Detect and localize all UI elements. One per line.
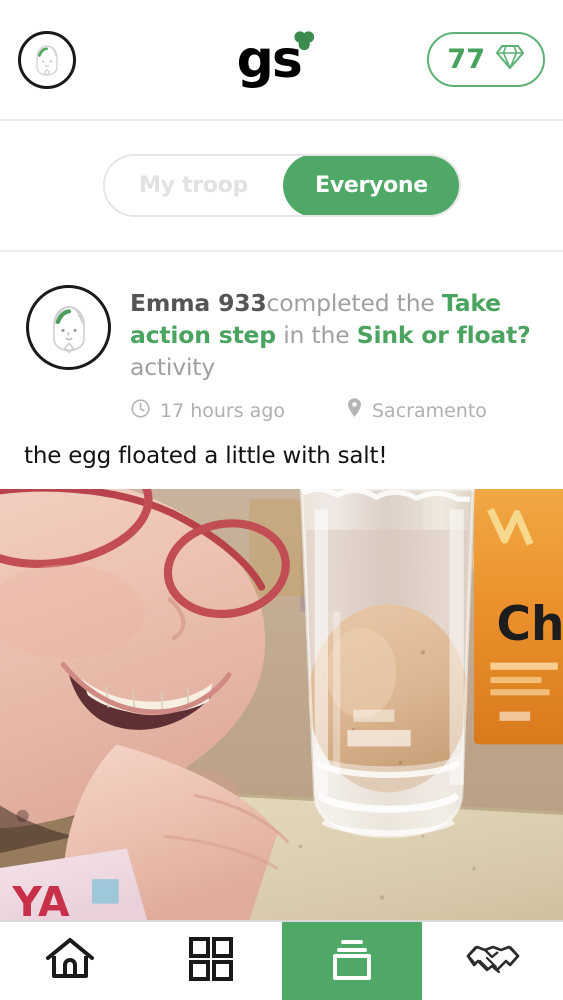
post-photo[interactable]: Ch YA [0, 489, 563, 920]
post-caption: the egg floated a little with salt! [24, 443, 388, 469]
post-suffix: activity [130, 353, 216, 381]
post-timestamp-label: 17 hours ago [160, 399, 286, 422]
avatar-face-icon [52, 305, 85, 353]
home-icon [44, 936, 96, 987]
post-activity-link[interactable]: Sink or float? [357, 321, 531, 349]
cards-stack-icon [326, 935, 378, 988]
post-timestamp: 17 hours ago [130, 398, 346, 424]
filter-tab-my-troop[interactable]: My troop [104, 156, 283, 215]
grid-icon [187, 935, 235, 988]
svg-text:Ch: Ch [496, 597, 563, 652]
post-photo-image: Ch YA [0, 489, 563, 920]
nav-item-home[interactable] [0, 922, 141, 1000]
avatar-face-icon [36, 44, 58, 76]
post-verb: completed the [266, 289, 442, 317]
post-location-label: Sacramento [372, 399, 487, 422]
handshake-icon [464, 938, 522, 985]
post-content: Emma 933completed the Take action step i… [130, 285, 541, 424]
post-author-name[interactable]: Emma 933 [130, 289, 267, 317]
feed-filter-segmented-control[interactable]: My troop Everyone [102, 154, 461, 217]
app-logo: gs [237, 30, 314, 86]
gem-count-label: 77 [447, 44, 485, 75]
feed-filter-bar: My troop Everyone [0, 121, 563, 252]
nav-item-browse[interactable] [140, 922, 282, 1000]
nav-item-connect[interactable] [422, 922, 563, 1000]
post-meta-row: 17 hours ago Sacramento [130, 397, 541, 424]
post-author-avatar[interactable] [26, 285, 111, 370]
post-location: Sacramento [346, 397, 487, 424]
app-root: gs 77 My troop Everyone Emma 933complete… [0, 0, 563, 1000]
feed-post: Emma 933completed the Take action step i… [0, 252, 563, 489]
trefoil-icon [291, 28, 317, 59]
diamond-icon [495, 43, 525, 76]
post-connector: in the [275, 321, 357, 349]
gem-balance-badge[interactable]: 77 [427, 32, 545, 87]
clock-icon [130, 398, 151, 424]
app-header: gs 77 [0, 0, 563, 121]
svg-text:YA: YA [11, 878, 70, 920]
filter-tab-everyone[interactable]: Everyone [282, 156, 459, 215]
post-activity-sentence: Emma 933completed the Take action step i… [130, 287, 541, 383]
post-header: Emma 933completed the Take action step i… [0, 252, 563, 424]
location-pin-icon [346, 397, 363, 424]
bottom-navigation [0, 920, 563, 1000]
profile-avatar-button[interactable] [18, 30, 76, 89]
nav-item-feed[interactable] [281, 922, 423, 1000]
